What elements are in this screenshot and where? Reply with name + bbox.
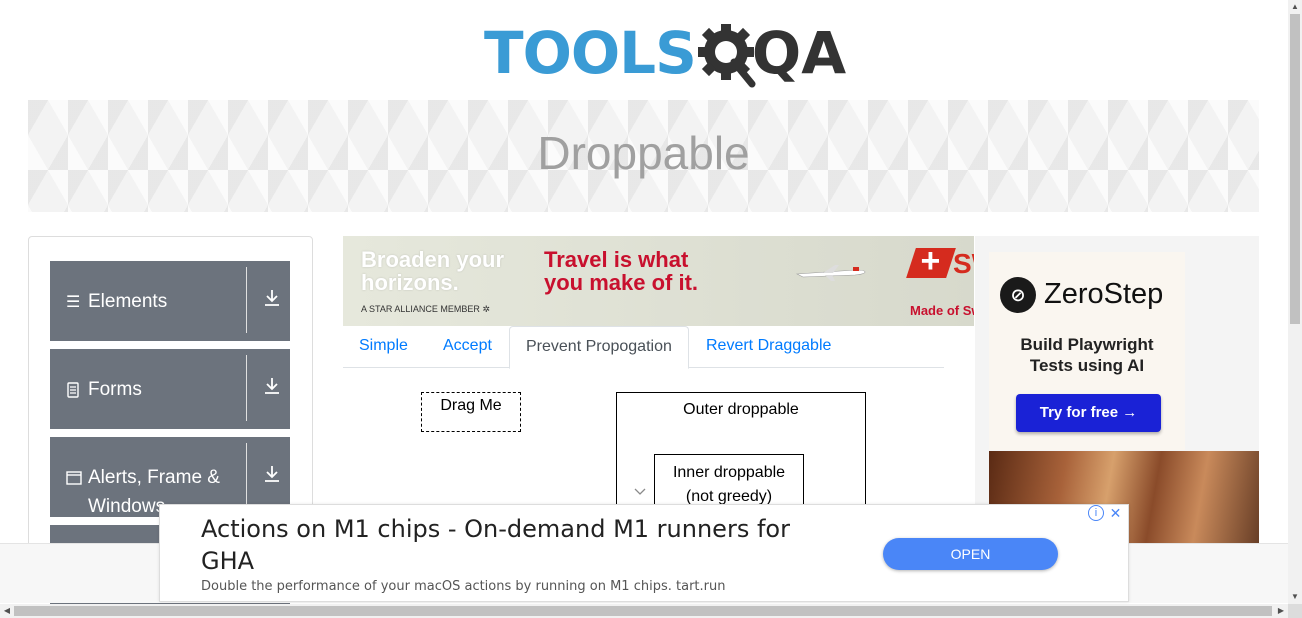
ad-brand-fragment: SW bbox=[953, 248, 974, 279]
toolsqa-logo[interactable]: TOOLS QA bbox=[484, 14, 846, 92]
tab-accept[interactable]: Accept bbox=[427, 326, 508, 368]
ad-bottom[interactable]: Actions on M1 chips - On-demand M1 runne… bbox=[159, 504, 1129, 602]
tab-revert-draggable[interactable]: Revert Draggable bbox=[690, 326, 847, 368]
download-arrow-icon[interactable] bbox=[262, 465, 282, 487]
ad-member-label: A STAR ALLIANCE MEMBER bbox=[361, 304, 480, 314]
logo-tools-text: TOOLS bbox=[484, 19, 697, 87]
page: TOOLS QA Droppable ☰ Elements Forms Aler… bbox=[0, 0, 1302, 618]
ad-headline: Broaden your horizons. bbox=[361, 247, 505, 295]
horizontal-scrollbar[interactable]: ◀ ▶ bbox=[0, 604, 1288, 618]
download-arrow-icon[interactable] bbox=[262, 377, 282, 399]
star-icon: ✲ bbox=[482, 304, 490, 314]
divider bbox=[246, 355, 247, 421]
zerostep-brand: ZeroStep bbox=[1044, 278, 1164, 310]
sidebar-group-forms[interactable]: Forms bbox=[50, 349, 290, 429]
sidebar-group-label: Elements bbox=[88, 291, 168, 312]
inner-droppable-label: Inner droppable bbox=[672, 464, 786, 481]
page-title: Droppable bbox=[537, 127, 750, 179]
tab-prevent-propogation[interactable]: Prevent Propogation bbox=[509, 326, 689, 369]
ad-made-text: Made of Sw bbox=[910, 303, 974, 318]
open-button[interactable]: OPEN bbox=[883, 538, 1058, 570]
scroll-right-arrow-icon[interactable]: ▶ bbox=[1274, 604, 1288, 618]
scroll-left-arrow-icon[interactable]: ◀ bbox=[0, 604, 14, 618]
sidebar-group-label: Forms bbox=[88, 379, 142, 400]
ad-tagline: Travel is what you make of it. bbox=[544, 247, 699, 295]
swiss-flag-icon bbox=[906, 248, 956, 278]
scroll-down-arrow-icon[interactable]: ▼ bbox=[1288, 590, 1302, 604]
page-banner: Droppable bbox=[28, 100, 1259, 212]
zerostep-text: Build Playwright Tests using AI bbox=[989, 334, 1185, 376]
sidebar-group-header: Forms bbox=[66, 375, 244, 408]
scrollbar-corner bbox=[1288, 604, 1302, 618]
vertical-scrollbar[interactable]: ▲ ▼ bbox=[1288, 0, 1302, 604]
ad-bottom-title[interactable]: Actions on M1 chips - On-demand M1 runne… bbox=[201, 513, 831, 577]
info-icon[interactable]: i bbox=[1088, 505, 1104, 521]
sidebar-group-header: ☰ Elements bbox=[66, 287, 244, 317]
hamburger-icon: ☰ bbox=[66, 294, 81, 311]
document-icon bbox=[66, 376, 88, 408]
window-icon bbox=[66, 464, 88, 495]
horizontal-scroll-thumb[interactable] bbox=[14, 606, 1272, 616]
divider bbox=[246, 267, 247, 333]
ad-banner-top[interactable]: Broaden your horizons. A STAR ALLIANCE M… bbox=[343, 236, 974, 326]
ad-bottom-description: Double the performance of your macOS act… bbox=[201, 579, 726, 594]
drag-me-box[interactable]: Drag Me bbox=[421, 392, 521, 432]
ad-member-text: A STAR ALLIANCE MEMBER ✲ bbox=[361, 304, 490, 315]
airplane-icon bbox=[795, 265, 866, 281]
scroll-up-arrow-icon[interactable]: ▲ bbox=[1288, 0, 1302, 14]
tab-simple[interactable]: Simple bbox=[343, 326, 424, 368]
chevron-down-icon bbox=[634, 485, 646, 497]
close-icon[interactable]: ✕ bbox=[1107, 505, 1124, 521]
zerostep-card: ⊘ ZeroStep Build Playwright Tests using … bbox=[989, 252, 1185, 450]
ad-right[interactable]: ⊘ ZeroStep Build Playwright Tests using … bbox=[975, 236, 1259, 544]
zerostep-logo-icon: ⊘ bbox=[1000, 277, 1036, 313]
zerostep-text-line1: Build Playwright bbox=[1020, 335, 1154, 354]
sidebar-group-elements[interactable]: ☰ Elements bbox=[50, 261, 290, 341]
gear-icon bbox=[697, 24, 756, 88]
zerostep-text-line2: Tests using AI bbox=[1029, 356, 1145, 375]
vertical-scroll-thumb[interactable] bbox=[1290, 14, 1300, 324]
droppable-tabs: Simple Accept Prevent Propogation Revert… bbox=[343, 326, 944, 369]
try-for-free-button[interactable]: Try for free → bbox=[1016, 394, 1161, 432]
download-arrow-icon[interactable] bbox=[262, 289, 282, 311]
logo-qa-text: QA bbox=[751, 19, 847, 87]
divider bbox=[246, 443, 247, 509]
